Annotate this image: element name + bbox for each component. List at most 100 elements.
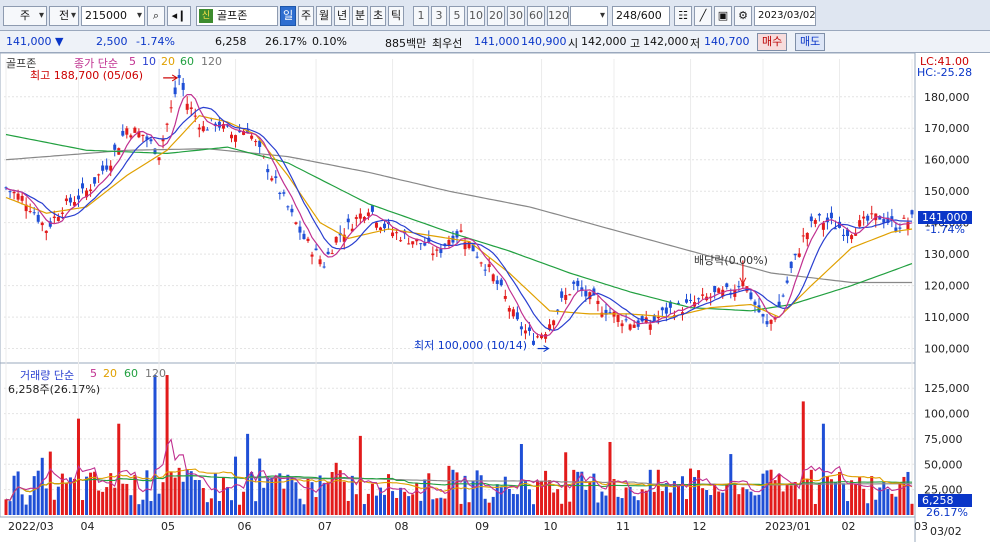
period-tab-5[interactable]: 초 xyxy=(370,6,386,26)
interval-button-6[interactable]: 60 xyxy=(527,6,545,26)
search-button[interactable]: ⌕ xyxy=(147,6,165,26)
candle-body xyxy=(898,227,902,229)
candle-body xyxy=(411,241,415,245)
volume-tick-label: 125,000 xyxy=(924,382,970,395)
volume-bar xyxy=(169,471,173,515)
volume-bar xyxy=(217,500,221,515)
sell-button[interactable]: 매도 xyxy=(795,33,826,51)
volume-bar xyxy=(499,487,503,515)
volume-bar xyxy=(403,491,407,515)
volume-bar xyxy=(753,495,757,515)
candle-body xyxy=(28,211,32,213)
candle-body xyxy=(781,295,785,297)
stock-code-input[interactable]: 215000 xyxy=(81,6,145,26)
candle-body xyxy=(701,294,705,296)
bar-count: 248 xyxy=(616,9,637,22)
market-dropdown[interactable]: 전 xyxy=(49,6,79,26)
mode-dropdown[interactable]: 주 xyxy=(3,6,47,26)
volume-bar xyxy=(608,441,612,515)
volume-bar xyxy=(8,501,12,515)
volume-bar xyxy=(817,483,821,515)
candle-body xyxy=(902,217,906,219)
period-tab-1[interactable]: 주 xyxy=(298,6,314,26)
interval-button-0[interactable]: 1 xyxy=(413,6,429,26)
volume-bar xyxy=(741,487,745,515)
interval-button-7[interactable]: 120 xyxy=(547,6,569,26)
candle-body xyxy=(628,324,632,330)
period-tab-0[interactable]: 일 xyxy=(280,6,296,26)
dividend-label: 배당락(0.00%) xyxy=(694,254,768,267)
candle-body xyxy=(177,75,181,78)
candle-body xyxy=(250,135,254,139)
volume-bar xyxy=(64,482,68,515)
volume-bar xyxy=(125,483,129,515)
volume-sub-label: 6,258주(26.17%) xyxy=(8,383,101,396)
buy-button[interactable]: 매수 xyxy=(757,33,788,51)
candle-body xyxy=(193,115,197,117)
volume-bar xyxy=(829,479,833,515)
volume-bar xyxy=(399,487,403,515)
toolbar: 주 전 215000 ⌕ ◂❙ 신 골프존 일주월년분초틱 1351020306… xyxy=(0,0,990,31)
max-price-label: 최고 188,700 (05/06) xyxy=(30,69,144,82)
period-tab-6[interactable]: 틱 xyxy=(388,6,404,26)
volume-bar xyxy=(97,490,101,515)
chart-area[interactable]: 180,000170,000160,000150,000140,000130,0… xyxy=(0,53,990,542)
volume-bar xyxy=(757,494,761,515)
volume-bar xyxy=(302,504,306,515)
line-tool-button[interactable]: ╱ xyxy=(694,6,712,26)
candle-body xyxy=(769,319,773,324)
mode-label: 주 xyxy=(19,9,31,22)
volume-bar xyxy=(604,495,608,515)
candle-body xyxy=(234,135,238,142)
x-axis-label: 04 xyxy=(80,520,94,533)
save-button[interactable]: ▣ xyxy=(714,6,732,26)
price-volume-chart[interactable]: 180,000170,000160,000150,000140,000130,0… xyxy=(0,53,990,542)
candle-body xyxy=(499,279,503,286)
volume-bar xyxy=(213,473,217,515)
period-tab-4[interactable]: 분 xyxy=(352,6,368,26)
period-tab-3[interactable]: 년 xyxy=(334,6,350,26)
compare-button[interactable]: ☷ xyxy=(674,6,692,26)
volume-bar xyxy=(495,484,499,515)
volume-bar xyxy=(387,474,391,515)
interval-input[interactable] xyxy=(570,6,608,26)
search-icon: ⌕ xyxy=(152,9,160,22)
volume-bar xyxy=(185,469,189,515)
period-tab-2[interactable]: 월 xyxy=(316,6,332,26)
candle-body xyxy=(286,206,290,208)
candle-body xyxy=(44,230,48,233)
volume-bar xyxy=(181,481,185,515)
interval-button-5[interactable]: 30 xyxy=(507,6,525,26)
candle-body xyxy=(664,307,668,314)
date-input[interactable]: 2023/03/02 xyxy=(754,6,816,26)
trade-amount: 885백만 xyxy=(385,37,427,50)
candle-body xyxy=(298,226,302,233)
candle-body xyxy=(789,261,793,269)
candle-body xyxy=(910,210,914,215)
volume-bar xyxy=(318,475,322,515)
interval-button-4[interactable]: 20 xyxy=(487,6,505,26)
volume-bar xyxy=(419,500,423,515)
x-axis-label: 08 xyxy=(395,520,409,533)
stock-name-box[interactable]: 신 골프존 xyxy=(196,6,278,26)
bar-count-input[interactable]: 248/600 xyxy=(612,6,670,26)
candle-body xyxy=(527,327,531,331)
candle-body xyxy=(572,281,576,284)
interval-button-1[interactable]: 3 xyxy=(431,6,447,26)
volume-bar xyxy=(431,499,435,515)
volume-bar xyxy=(838,472,842,515)
interval-button-3[interactable]: 10 xyxy=(467,6,485,26)
candle-body xyxy=(105,165,109,170)
volume-bar xyxy=(842,483,846,515)
settings-button[interactable]: ⚙ xyxy=(734,6,752,26)
volume-bar xyxy=(600,491,604,515)
candle-body xyxy=(326,251,330,255)
x-axis-label: 02 xyxy=(842,520,856,533)
sound-button[interactable]: ◂❙ xyxy=(167,6,191,26)
candle-body xyxy=(64,198,68,202)
candle-body xyxy=(761,314,765,317)
interval-button-2[interactable]: 5 xyxy=(449,6,465,26)
volume-bar xyxy=(254,501,258,515)
volume-bar xyxy=(862,488,866,515)
volume-bar xyxy=(338,470,342,515)
